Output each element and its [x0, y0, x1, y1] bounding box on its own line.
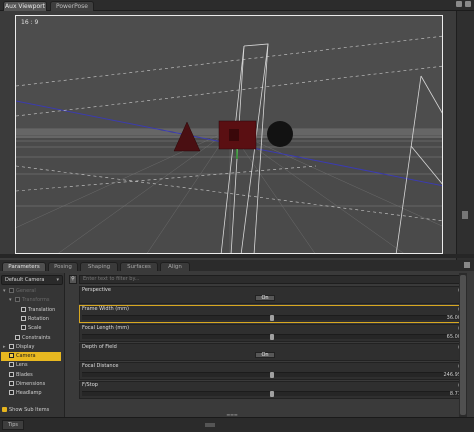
- tree-item-label: Constraints: [22, 334, 51, 341]
- group-icon: [9, 362, 14, 368]
- panel-menu-icon[interactable]: [464, 262, 470, 268]
- group-icon: [9, 381, 14, 386]
- slider-track[interactable]: [82, 391, 462, 397]
- tab-shaping[interactable]: Shaping: [80, 262, 118, 271]
- property-label: Perspective: [82, 287, 111, 293]
- slider-knob[interactable]: [270, 372, 274, 378]
- tree-item[interactable]: Translation: [15, 306, 55, 315]
- property-perspective[interactable]: Perspective On: [79, 286, 465, 304]
- property-focal-length-mm[interactable]: Focal Length (mm) 65.00: [79, 324, 465, 342]
- tree-item[interactable]: ▾ Transforms: [9, 296, 49, 305]
- aux-viewport[interactable]: 16 : 9: [0, 11, 474, 261]
- property-group-tree: Default Camera ▾ ▾ General ▾ Transforms Tran…: [0, 273, 65, 417]
- toggle-button[interactable]: On: [255, 352, 275, 358]
- viewport-side-strip: [456, 11, 474, 261]
- tab-posing[interactable]: Posing: [48, 262, 78, 271]
- tree-item[interactable]: Headlamp: [3, 389, 42, 398]
- group-icon: [9, 288, 14, 293]
- tab-tips[interactable]: Tips: [2, 420, 24, 430]
- scene-render[interactable]: [16, 16, 443, 254]
- tree-item-label: Blades: [16, 371, 33, 378]
- slider-knob[interactable]: [270, 315, 274, 321]
- property-label: Focal Length (mm): [82, 325, 130, 331]
- group-icon: [9, 343, 14, 349]
- tree-item-label: Dimensions: [16, 381, 46, 387]
- tree-item[interactable]: ▾ General: [3, 287, 36, 296]
- tree-item[interactable]: Camera: [1, 352, 61, 362]
- property-label: Depth of Field: [82, 344, 117, 350]
- group-icon: [9, 390, 14, 396]
- toggle-button[interactable]: On: [255, 295, 275, 301]
- tree-item[interactable]: Lens: [3, 361, 28, 370]
- slider-track[interactable]: [82, 315, 462, 321]
- status-bar: Tips: [0, 417, 474, 432]
- property-label: Frame Width (mm): [82, 306, 129, 312]
- group-icon: [15, 297, 20, 303]
- tab-align[interactable]: Align: [160, 262, 190, 271]
- tree-item-label: Camera: [16, 353, 36, 360]
- tree-item-label: Display: [16, 343, 35, 350]
- chevron-down-icon: ▾: [56, 277, 59, 283]
- tab-parameters[interactable]: Parameters: [2, 262, 46, 271]
- tree-item[interactable]: Constraints: [9, 334, 51, 343]
- property-depth-of-field[interactable]: Depth of Field On: [79, 343, 465, 361]
- tree-item[interactable]: Rotation: [15, 315, 49, 324]
- camera-frame[interactable]: 16 : 9: [15, 15, 443, 254]
- pane-splitter[interactable]: [0, 254, 474, 258]
- slider-track[interactable]: [82, 334, 462, 340]
- resize-handle[interactable]: [462, 211, 468, 219]
- node-selector-value: Default Camera: [5, 277, 45, 283]
- property-label: F/Stop: [82, 382, 98, 388]
- group-icon: [9, 353, 14, 359]
- show-sub-items-checkbox[interactable]: Show Sub Items: [2, 407, 49, 413]
- viewport-tab-bar: Aux Viewport PowerPose: [0, 0, 474, 11]
- cube-shadow: [229, 129, 239, 141]
- tab-powerpose[interactable]: PowerPose: [50, 1, 94, 11]
- panel-tab-bar: Parameters Posing Shaping Surfaces Align: [0, 260, 474, 271]
- slider-track[interactable]: [82, 372, 462, 378]
- vertical-scrollbar[interactable]: [459, 273, 467, 417]
- property-label: Focal Distance: [82, 363, 119, 369]
- close-icon[interactable]: [465, 1, 471, 7]
- group-icon: [15, 334, 20, 340]
- property-f-stop[interactable]: F/Stop 8.71: [79, 381, 465, 399]
- tree-item-label: Scale: [28, 325, 42, 332]
- slider-knob[interactable]: [270, 391, 274, 397]
- tree-item[interactable]: Dimensions: [3, 380, 45, 389]
- more-indicator[interactable]: ▬▬▬: [217, 413, 247, 417]
- property-focal-distance[interactable]: Focal Distance 246.95: [79, 362, 465, 380]
- tree-item[interactable]: Blades: [3, 371, 33, 380]
- property-list: ⚲ Enter text to filter by... Perspective…: [67, 273, 467, 417]
- check-icon: [2, 407, 7, 412]
- sphere-object: [267, 121, 293, 147]
- scrollbar-thumb[interactable]: [460, 275, 466, 415]
- tree-item[interactable]: ▸ Display: [3, 343, 34, 352]
- property-frame-width-mm[interactable]: Frame Width (mm) 36.00: [79, 305, 465, 323]
- aspect-ratio-label: 16 : 9: [21, 19, 39, 26]
- panel-options-icon[interactable]: [456, 1, 462, 7]
- search-input[interactable]: Enter text to filter by...: [79, 275, 465, 284]
- group-icon: [9, 371, 14, 377]
- group-icon: [21, 306, 26, 312]
- parameters-panel: Parameters Posing Shaping Surfaces Align…: [0, 260, 474, 417]
- tree-item-label: Translation: [28, 306, 56, 313]
- slider-knob[interactable]: [270, 334, 274, 340]
- tree-item-label: Lens: [16, 362, 28, 369]
- search-icon[interactable]: ⚲: [69, 275, 77, 284]
- tree-item[interactable]: Scale: [15, 324, 41, 333]
- tab-surfaces[interactable]: Surfaces: [120, 262, 158, 271]
- tab-aux-viewport[interactable]: Aux Viewport: [3, 1, 47, 11]
- group-icon: [21, 325, 26, 331]
- tree-item-label: Transforms: [22, 297, 50, 304]
- status-handle[interactable]: [205, 423, 215, 427]
- tree-item-label: General: [16, 288, 36, 294]
- node-selector[interactable]: Default Camera ▾: [1, 275, 63, 285]
- tree-item-label: Headlamp: [16, 390, 42, 397]
- group-icon: [21, 315, 26, 321]
- show-sub-items-label: Show Sub Items: [9, 407, 50, 413]
- tree-item-label: Rotation: [28, 315, 49, 322]
- app-window: Aux Viewport PowerPose 16: 9 Parameters…: [0, 0, 474, 432]
